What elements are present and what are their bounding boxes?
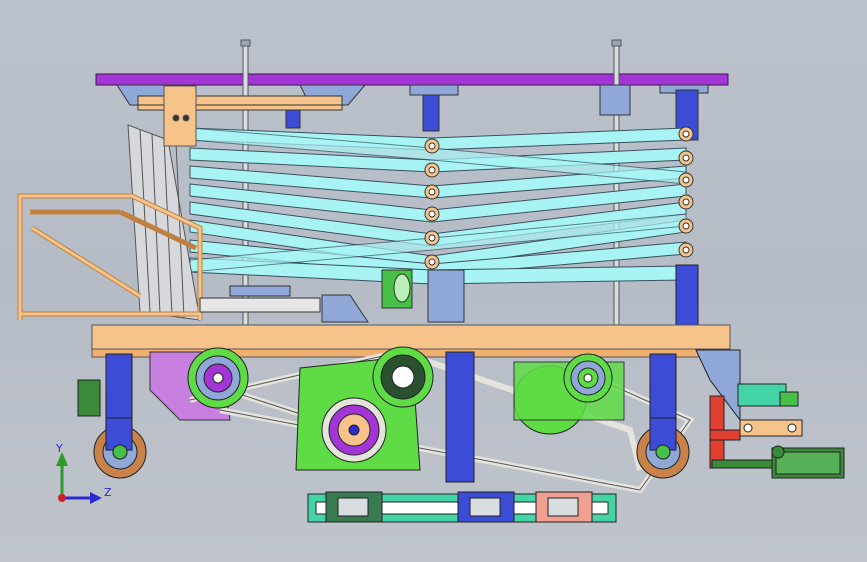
triad-origin bbox=[58, 494, 66, 502]
left-pulley bbox=[187, 347, 249, 409]
top-platform-plate bbox=[95, 73, 729, 86]
right-actuator bbox=[695, 349, 845, 479]
right-column-upper bbox=[675, 264, 699, 328]
z-axis-label: Z bbox=[104, 486, 112, 499]
left-rail-panel bbox=[127, 85, 201, 321]
center-support-column bbox=[445, 351, 475, 483]
center-gearbox bbox=[295, 346, 434, 471]
scissor-lift-cad-drawing: Y Z bbox=[17, 39, 845, 523]
main-frame-beam bbox=[91, 324, 731, 350]
cad-viewport[interactable]: Y Z bbox=[0, 0, 867, 562]
bottom-guide-rail bbox=[307, 491, 617, 523]
y-axis-label: Y bbox=[55, 442, 63, 455]
left-wheel-leg bbox=[77, 353, 147, 479]
